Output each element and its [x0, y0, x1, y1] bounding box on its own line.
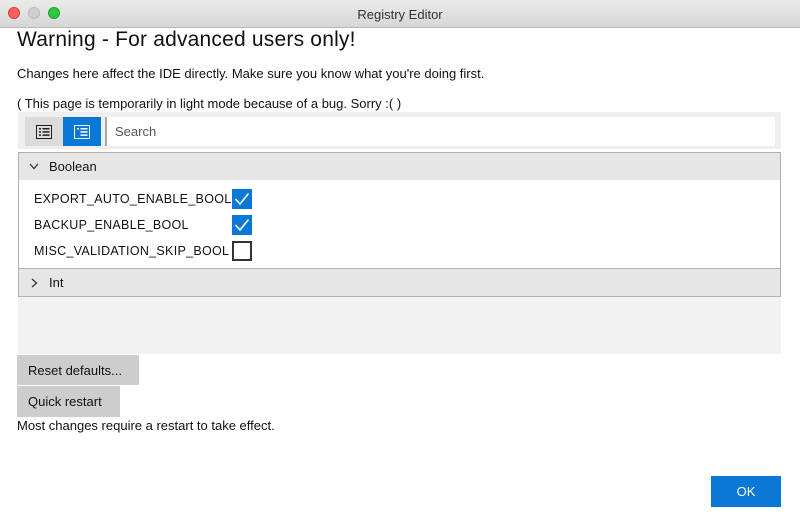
registry-tree: Boolean EXPORT_AUTO_ENABLE_BOOL BACKUP_E…	[18, 152, 781, 354]
value-checkbox[interactable]	[232, 241, 252, 261]
light-mode-note: ( This page is temporarily in light mode…	[17, 96, 402, 111]
registry-row: BACKUP_ENABLE_BOOL	[34, 214, 252, 236]
checkmark-icon	[234, 218, 250, 232]
registry-key: EXPORT_AUTO_ENABLE_BOOL	[34, 192, 232, 206]
toolbar	[18, 112, 781, 149]
list-view-button[interactable]	[25, 117, 63, 146]
page-heading: Warning - For advanced users only!	[17, 28, 356, 51]
checkmark-icon	[234, 192, 250, 206]
chevron-right-icon	[28, 278, 40, 288]
group-body-boolean: EXPORT_AUTO_ENABLE_BOOL BACKUP_ENABLE_BO…	[18, 180, 781, 269]
search-input[interactable]	[105, 117, 775, 146]
detail-list-icon	[74, 124, 90, 139]
description-text: Changes here affect the IDE directly. Ma…	[17, 66, 485, 81]
registry-row: MISC_VALIDATION_SKIP_BOOL	[34, 240, 252, 262]
detail-view-button[interactable]	[63, 117, 101, 146]
group-label: Boolean	[49, 159, 97, 174]
title-bar: Registry Editor	[0, 0, 800, 28]
ok-button[interactable]: OK	[711, 476, 781, 507]
chevron-down-icon	[28, 163, 40, 170]
value-checkbox[interactable]	[232, 189, 252, 209]
group-header-int[interactable]: Int	[18, 268, 781, 297]
group-label: Int	[49, 275, 64, 290]
quick-restart-button[interactable]: Quick restart	[17, 386, 120, 417]
restart-hint: Most changes require a restart to take e…	[17, 418, 275, 433]
registry-key: MISC_VALIDATION_SKIP_BOOL	[34, 244, 230, 258]
group-header-boolean[interactable]: Boolean	[18, 152, 781, 181]
list-icon	[36, 124, 52, 139]
value-checkbox[interactable]	[232, 215, 252, 235]
window-title: Registry Editor	[357, 7, 443, 22]
reset-defaults-button[interactable]: Reset defaults...	[17, 355, 139, 385]
registry-key: BACKUP_ENABLE_BOOL	[34, 218, 189, 232]
registry-row: EXPORT_AUTO_ENABLE_BOOL	[34, 188, 252, 210]
